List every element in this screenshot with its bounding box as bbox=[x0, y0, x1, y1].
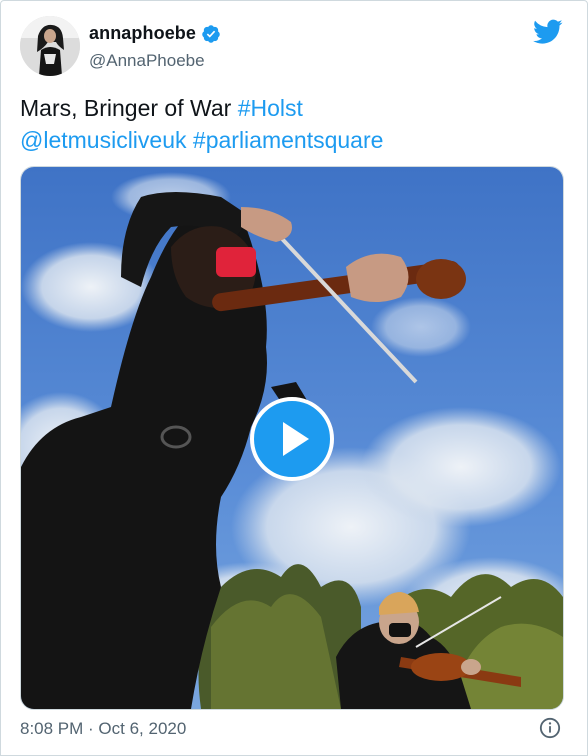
video-player[interactable] bbox=[20, 166, 564, 710]
tweet-timestamp[interactable]: 8:08 PM · Oct 6, 2020 bbox=[20, 719, 186, 739]
verified-badge-icon bbox=[202, 24, 220, 43]
play-icon bbox=[282, 422, 309, 456]
info-icon[interactable] bbox=[539, 717, 561, 739]
tweet-text: Mars, Bringer of War #Holst @letmusicliv… bbox=[20, 92, 560, 156]
mention-letmusicliveuk-link[interactable]: @letmusicliveuk bbox=[20, 127, 187, 153]
author-avatar[interactable] bbox=[20, 16, 80, 76]
play-button[interactable] bbox=[250, 397, 334, 481]
hashtag-parliamentsquare-link[interactable]: #parliamentsquare bbox=[193, 127, 384, 153]
avatar-photo bbox=[20, 16, 80, 76]
twitter-bird-icon[interactable] bbox=[533, 19, 563, 45]
author-display-name[interactable]: annaphoebe bbox=[89, 23, 196, 44]
hashtag-holst-link[interactable]: #Holst bbox=[238, 95, 303, 121]
tweet-card: annaphoebe @AnnaPhoebe Mars, Bringer of … bbox=[0, 0, 588, 756]
author-handle[interactable]: @AnnaPhoebe bbox=[89, 51, 205, 71]
tweet-body-text: Mars, Bringer of War bbox=[20, 95, 232, 121]
